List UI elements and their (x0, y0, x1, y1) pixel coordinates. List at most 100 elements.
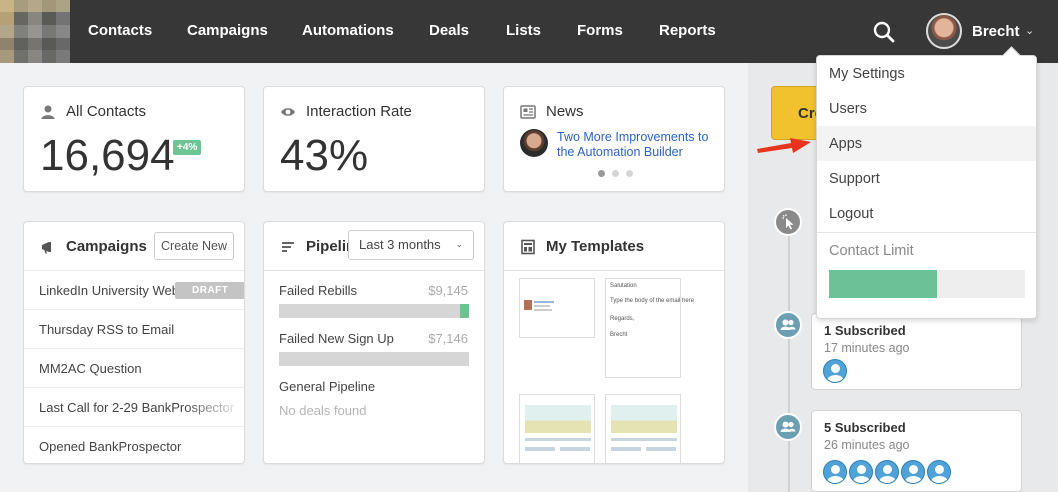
template-thumbnail[interactable] (605, 394, 681, 463)
annotation-arrow-icon (757, 138, 811, 153)
template-line (525, 447, 555, 451)
template-hero-image (611, 405, 677, 433)
interaction-rate-value: 43% (280, 131, 369, 180)
chevron-down-icon[interactable]: ⌄ (1025, 24, 1034, 37)
activity-item[interactable]: 1 Subscribed 17 minutes ago (811, 313, 1022, 390)
newspaper-icon (520, 105, 536, 119)
activity-item[interactable]: 5 Subscribed 26 minutes ago (811, 410, 1022, 492)
pipeline-stage-value: $7,146 (428, 331, 468, 346)
subscriber-avatar[interactable] (849, 460, 873, 484)
template-hero-image (525, 405, 591, 433)
template-line: Type the body of the email here (610, 298, 695, 304)
subscribers-icon (774, 413, 802, 441)
carousel-dot-3[interactable] (626, 170, 633, 177)
campaign-name[interactable]: Thursday RSS to Email (39, 322, 174, 337)
subscriber-avatar[interactable] (875, 460, 899, 484)
nav-reports[interactable]: Reports (659, 22, 716, 39)
activity-title: 1 Subscribed (824, 323, 906, 338)
subscriber-avatar[interactable] (901, 460, 925, 484)
template-line (534, 301, 554, 303)
contact-limit-bar (829, 270, 1025, 298)
divider (504, 270, 724, 271)
card-title: News (546, 103, 584, 120)
growth-badge: +4% (173, 140, 202, 155)
subscriber-avatar[interactable] (823, 460, 847, 484)
cursor-click-icon (774, 208, 802, 236)
menu-item-apps[interactable]: Apps (817, 126, 1036, 161)
news-headline-link[interactable]: Two More Improvements to the Automation … (557, 130, 722, 160)
campaign-row[interactable]: Thursday RSS to Email (24, 309, 244, 348)
search-icon[interactable] (873, 21, 895, 43)
template-thumbnail[interactable]: Salutation Type the body of the email he… (605, 278, 694, 378)
date-range-select[interactable]: Last 3 months ⌄ (348, 230, 474, 260)
pipeline-stage-bar (279, 304, 469, 318)
carousel-dot-1[interactable] (598, 170, 605, 177)
carousel-dot-2[interactable] (612, 170, 619, 177)
nav-deals[interactable]: Deals (429, 22, 469, 39)
contacts-count: 16,694 (40, 131, 175, 180)
template-icon (521, 239, 535, 255)
template-line (534, 309, 552, 311)
nav-lists[interactable]: Lists (506, 22, 541, 39)
contact-limit-label: Contact Limit (829, 243, 914, 259)
template-photo (524, 300, 532, 310)
top-navigation-bar: Contacts Campaigns Automations Deals Lis… (0, 0, 1058, 63)
no-deals-message: No deals found (279, 403, 367, 418)
campaigns-card: Campaigns Create New LinkedIn University… (23, 221, 245, 464)
nav-forms[interactable]: Forms (577, 22, 623, 39)
menu-item-support[interactable]: Support (817, 161, 1036, 196)
pipeline-stage-name[interactable]: Failed New Sign Up (279, 331, 394, 346)
all-contacts-card[interactable]: All Contacts 16,694 +4% (23, 86, 245, 192)
nav-automations[interactable]: Automations (302, 22, 394, 39)
card-title: Interaction Rate (306, 103, 412, 120)
template-line: Brecht (610, 332, 628, 338)
campaign-row[interactable]: MM2AC Question (24, 348, 244, 387)
interaction-rate-card[interactable]: Interaction Rate 43% (263, 86, 485, 192)
text-fade (184, 388, 244, 426)
template-line (560, 447, 590, 451)
menu-item-my-settings[interactable]: My Settings (817, 56, 1036, 91)
user-dropdown-menu: My Settings Users Apps Support Logout Co… (816, 55, 1037, 319)
megaphone-icon (42, 242, 51, 254)
nav-campaigns[interactable]: Campaigns (187, 22, 268, 39)
template-line: Salutation (610, 283, 637, 289)
nav-contacts[interactable]: Contacts (88, 22, 152, 39)
user-name[interactable]: Brecht (972, 23, 1020, 40)
template-line (611, 447, 641, 451)
activity-time: 17 minutes ago (824, 341, 910, 355)
subscriber-avatar[interactable] (823, 359, 847, 383)
campaign-name[interactable]: MM2AC Question (39, 361, 142, 376)
menu-item-users[interactable]: Users (817, 91, 1036, 126)
user-avatar[interactable] (926, 13, 962, 49)
pipeline-stage-value: $9,145 (428, 283, 468, 298)
template-line: Regards, (610, 316, 635, 322)
templates-card: My Templates Salutation Type the body of… (503, 221, 725, 464)
card-title: All Contacts (66, 103, 147, 120)
pipeline-stage-name[interactable]: Failed Rebills (279, 283, 357, 298)
news-card: News Two More Improvements to the Automa… (503, 86, 725, 192)
person-icon (41, 105, 55, 119)
template-line (534, 305, 550, 307)
campaign-name[interactable]: Opened BankProspector (39, 439, 181, 454)
subscriber-avatar[interactable] (927, 460, 951, 484)
campaign-row[interactable]: LinkedIn University Webinar DRAFT (24, 270, 244, 309)
campaign-row[interactable]: Last Call for 2-29 BankProspector (24, 387, 244, 426)
draft-badge: DRAFT (175, 282, 244, 299)
campaign-row[interactable]: Opened BankProspector (24, 426, 244, 463)
logo[interactable] (0, 0, 70, 63)
template-thumbnail[interactable] (519, 278, 595, 338)
menu-divider (817, 232, 1036, 233)
menu-item-logout[interactable]: Logout (817, 196, 1036, 231)
create-campaign-button[interactable]: Create New (154, 232, 234, 260)
pipelines-card: Pipelines Last 3 months ⌄ Failed Rebills… (263, 221, 485, 464)
card-title: Campaigns (66, 238, 147, 255)
chevron-down-icon[interactable]: ⌄ (455, 239, 463, 250)
pipeline-lines-icon (282, 242, 294, 252)
template-line (646, 447, 676, 451)
text-fade (184, 427, 244, 463)
template-line (611, 438, 677, 441)
template-thumbnail[interactable] (519, 394, 595, 463)
activity-time: 26 minutes ago (824, 438, 910, 452)
date-range-value[interactable]: Last 3 months (359, 237, 441, 252)
pipeline-name[interactable]: General Pipeline (279, 379, 375, 394)
